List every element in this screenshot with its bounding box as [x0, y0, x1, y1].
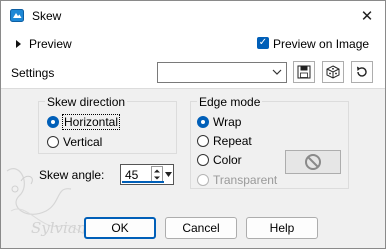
ok-button-label: OK [111, 221, 129, 235]
cancel-button-label: Cancel [182, 221, 220, 235]
help-button[interactable]: Help [246, 217, 318, 239]
edge-mode-title: Edge mode [197, 95, 263, 109]
vertical-option[interactable]: Vertical [47, 135, 102, 149]
reset-button[interactable] [351, 61, 373, 83]
skew-angle-value[interactable]: 45 [125, 168, 138, 182]
preview-toggle-label[interactable]: Preview [29, 37, 72, 51]
close-icon: ✕ [360, 8, 374, 25]
reset-icon [357, 66, 367, 77]
skew-dialog: Skew ✕ Preview ✓ Preview on Image Settin… [0, 0, 386, 249]
settings-label: Settings [11, 66, 55, 80]
repeat-option[interactable]: Repeat [197, 134, 252, 148]
spin-dropdown-button[interactable] [164, 166, 173, 183]
vertical-label[interactable]: Vertical [63, 135, 102, 149]
dice-icon [326, 65, 340, 79]
settings-bar: Settings [1, 57, 385, 89]
preview-on-image-label[interactable]: Preview on Image [273, 37, 369, 51]
floppy-disk-icon [297, 65, 311, 79]
save-preset-button[interactable] [293, 61, 315, 83]
transparent-radio [197, 174, 209, 186]
vertical-radio[interactable] [47, 136, 59, 148]
horizontal-label[interactable]: Horizontal [61, 114, 121, 130]
color-radio[interactable] [197, 154, 209, 166]
preview-bar: Preview ✓ Preview on Image [1, 31, 385, 57]
repeat-radio[interactable] [197, 135, 209, 147]
wrap-option[interactable]: Wrap [197, 115, 241, 129]
wrap-label[interactable]: Wrap [213, 115, 241, 129]
caret-down-icon [165, 172, 172, 177]
window-title: Skew [32, 9, 62, 23]
skew-angle-label: Skew angle: [39, 168, 105, 182]
randomize-button[interactable] [322, 61, 344, 83]
horizontal-radio[interactable] [47, 116, 59, 128]
chevron-down-icon [272, 69, 282, 75]
skew-angle-spinbox[interactable]: 45 [120, 164, 174, 185]
color-label[interactable]: Color [213, 153, 242, 167]
app-icon [10, 9, 24, 22]
settings-preset-combo[interactable] [157, 62, 287, 83]
repeat-label[interactable]: Repeat [213, 134, 252, 148]
wrap-radio[interactable] [197, 116, 209, 128]
horizontal-option[interactable]: Horizontal [47, 114, 121, 130]
transparent-option: Transparent [197, 173, 277, 187]
close-button[interactable]: ✕ [352, 4, 382, 28]
transparent-label: Transparent [213, 173, 278, 187]
title-bar: Skew ✕ [1, 1, 385, 31]
color-option[interactable]: Color [197, 153, 242, 167]
help-button-label: Help [269, 221, 295, 235]
skew-direction-title: Skew direction [45, 95, 128, 109]
edge-color-swatch[interactable] [285, 150, 341, 174]
preview-on-image-checkbox[interactable]: ✓ [257, 37, 269, 49]
ok-button[interactable]: OK [84, 217, 156, 239]
cancel-button[interactable]: Cancel [165, 217, 237, 239]
expand-arrow-icon[interactable] [16, 40, 21, 48]
no-color-icon [305, 154, 321, 170]
spin-focus-underline [122, 181, 164, 183]
